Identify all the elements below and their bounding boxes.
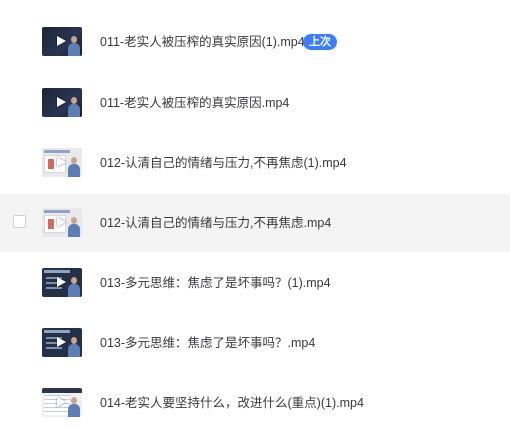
play-icon (57, 277, 66, 287)
play-icon (57, 97, 66, 107)
file-row[interactable]: 011-老实人被压榨的真实原因.mp4 (0, 74, 510, 132)
checkbox[interactable] (13, 215, 26, 228)
video-thumbnail[interactable] (42, 88, 82, 117)
video-thumbnail[interactable] (42, 328, 82, 357)
last-played-badge: 上次 (303, 34, 337, 50)
play-icon (57, 157, 66, 167)
play-icon (57, 337, 66, 347)
play-icon (57, 397, 66, 407)
file-name[interactable]: 012-认清自己的情绪与压力,不再焦虑(1).mp4 (100, 155, 347, 171)
video-thumbnail[interactable] (42, 27, 82, 56)
file-row[interactable]: 011-老实人被压榨的真实原因(1).mp4 上次 (0, 13, 510, 71)
file-row[interactable]: 013-多元思维：焦虑了是坏事吗？.mp4 (0, 314, 510, 372)
file-name[interactable]: 012-认清自己的情绪与压力,不再焦虑.mp4 (100, 215, 331, 231)
file-row[interactable]: 014-老实人要坚持什么，改进什么(重点)(1).mp4 (0, 374, 510, 427)
file-row[interactable]: 012-认清自己的情绪与压力,不再焦虑(1).mp4 (0, 134, 510, 192)
play-icon (57, 36, 66, 46)
file-name[interactable]: 013-多元思维：焦虑了是坏事吗？(1).mp4 (100, 275, 331, 291)
file-name[interactable]: 014-老实人要坚持什么，改进什么(重点)(1).mp4 (100, 395, 364, 411)
video-thumbnail[interactable] (42, 268, 82, 297)
file-list: 011-老实人被压榨的真实原因(1).mp4 上次 011-老实人被压榨的真实原… (0, 0, 510, 427)
file-name[interactable]: 011-老实人被压榨的真实原因(1).mp4 (100, 34, 305, 50)
file-row[interactable]: 013-多元思维：焦虑了是坏事吗？(1).mp4 (0, 254, 510, 312)
file-row-hovered[interactable]: 012-认清自己的情绪与压力,不再焦虑.mp4 (0, 194, 510, 252)
video-thumbnail[interactable] (42, 388, 82, 417)
file-name[interactable]: 011-老实人被压榨的真实原因.mp4 (100, 95, 289, 111)
play-icon (57, 217, 66, 227)
video-thumbnail[interactable] (42, 148, 82, 177)
file-name[interactable]: 013-多元思维：焦虑了是坏事吗？.mp4 (100, 335, 315, 351)
video-thumbnail[interactable] (42, 208, 82, 237)
